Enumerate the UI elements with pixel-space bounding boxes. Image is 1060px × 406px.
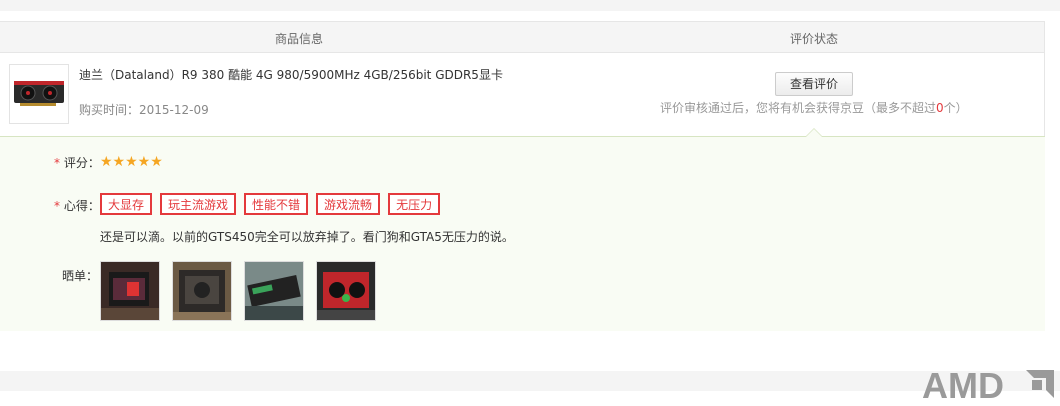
view-review-button[interactable]: 查看评价	[775, 72, 853, 96]
top-gray-band	[0, 0, 1060, 11]
photo-image	[173, 262, 231, 320]
product-thumbnail[interactable]	[9, 64, 69, 124]
jingdou-hint: 评价审核通过后，您将有机会获得京豆（最多不超过0个）	[660, 99, 968, 116]
graphics-card-image	[14, 81, 64, 106]
photos-label: 晒单：	[62, 269, 99, 283]
tag-list: 大显存 玩主流游戏 性能不错 游戏流畅 无压力	[100, 193, 448, 215]
column-header-goods: 商品信息	[275, 32, 324, 46]
review-photo[interactable]	[316, 261, 376, 321]
star-rating: ★★★★★	[100, 154, 163, 170]
hint-prefix: 评价审核通过后，您将有机会获得京豆（最多不超过	[660, 101, 937, 115]
photo-image	[245, 262, 303, 320]
required-mark: *	[54, 156, 60, 170]
rating-label: * 评分：	[54, 154, 100, 171]
review-comment: 还是可以滴。以前的GTS450完全可以放弃掉了。看门狗和GTA5无压力的说。	[100, 230, 514, 244]
purchase-time-label: 购买时间：	[79, 103, 140, 117]
required-mark: *	[54, 199, 60, 213]
review-tag: 无压力	[388, 193, 441, 215]
product-title-link[interactable]: 迪兰（Dataland）R9 380 酷能 4G 980/5900MHz 4GB…	[79, 66, 503, 83]
tags-label-text: 心得：	[63, 199, 100, 213]
bottom-gray-band	[0, 371, 1060, 391]
purchase-time-value: 2015-12-09	[139, 103, 209, 117]
review-tag: 游戏流畅	[316, 193, 381, 215]
amd-watermark: AMD	[922, 365, 1058, 406]
table-header: 商品信息 评价状态	[0, 22, 1044, 53]
tags-label: * 心得：	[54, 197, 100, 214]
review-photo[interactable]	[172, 261, 232, 321]
column-header-status: 评价状态	[790, 32, 839, 46]
rating-label-text: 评分：	[63, 156, 100, 170]
hint-count: 0	[936, 101, 944, 115]
hint-suffix: 个）	[943, 101, 968, 115]
photo-image	[101, 262, 159, 320]
pointer-arrow	[805, 128, 823, 137]
order-review-panel: 商品信息 评价状态 迪兰（Dataland）R9 380 酷能 4G 980/5…	[0, 21, 1045, 331]
amd-logo-text: AMD	[922, 366, 1004, 403]
review-photo[interactable]	[100, 261, 160, 321]
purchase-time: 购买时间：2015-12-09	[79, 101, 209, 118]
photo-list	[100, 261, 388, 321]
amd-logo-icon: AMD	[922, 365, 1054, 406]
review-detail: * 评分： ★★★★★ * 心得： 大显存 玩主流游戏 性能不错 游戏流畅 无压力 还是…	[0, 128, 1045, 331]
review-tag: 性能不错	[244, 193, 309, 215]
photo-image	[317, 262, 375, 320]
review-tag: 大显存	[100, 193, 153, 215]
review-tag: 玩主流游戏	[160, 193, 237, 215]
review-photo[interactable]	[244, 261, 304, 321]
